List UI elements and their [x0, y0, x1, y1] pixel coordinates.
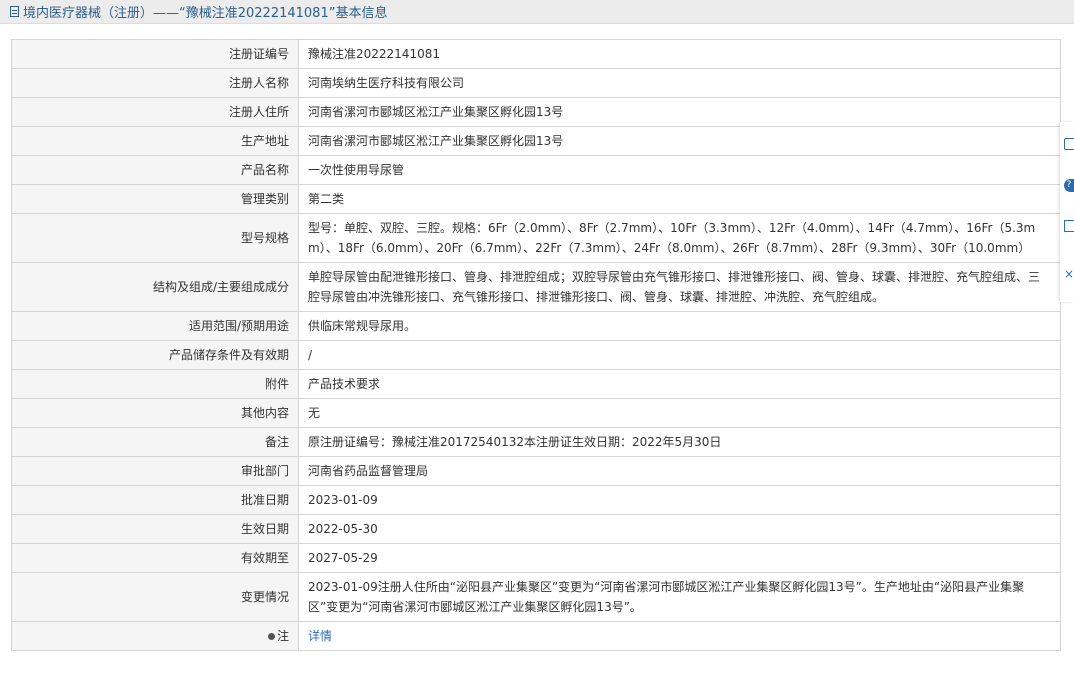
table-row: 有效期至 2027-05-29 [11, 543, 1061, 573]
table-row: 注册人住所 河南省漯河市郾城区淞江产业集聚区孵化园13号 [11, 97, 1061, 127]
table-row: 附件 产品技术要求 [11, 369, 1061, 399]
row-value: 2027-05-29 [298, 543, 1061, 573]
table-row: 产品储存条件及有效期 / [11, 340, 1061, 370]
row-value: 型号：单腔、双腔、三腔。规格：6Fr（2.0mm）、8Fr（2.7mm）、10F… [298, 213, 1061, 263]
table-row: 型号规格 型号：单腔、双腔、三腔。规格：6Fr（2.0mm）、8Fr（2.7mm… [11, 213, 1061, 263]
page-title: 境内医疗器械（注册）——“豫械注准20222141081”基本信息 [23, 6, 388, 21]
row-value: 2022-05-30 [298, 514, 1061, 544]
row-label: 注册证编号 [11, 39, 299, 69]
table-row: 批准日期 2023-01-09 [11, 485, 1061, 515]
edit-icon[interactable] [1064, 138, 1074, 150]
table-row: 注册证编号 豫械注准20222141081 [11, 39, 1061, 69]
row-value: 产品技术要求 [298, 369, 1061, 399]
note-value-cell: 详情 [298, 621, 1061, 651]
info-table: 注册证编号 豫械注准20222141081 注册人名称 河南埃纳生医疗科技有限公… [11, 39, 1061, 651]
page-header: 境内医疗器械（注册）——“豫械注准20222141081”基本信息 [0, 0, 1074, 24]
row-label: 生产地址 [11, 126, 299, 156]
row-value: 河南省漯河市郾城区淞江产业集聚区孵化园13号 [298, 126, 1061, 156]
row-value: 原注册证编号：豫械注准20172540132本注册证生效日期：2022年5月30… [298, 427, 1061, 457]
row-label: 注册人名称 [11, 68, 299, 98]
row-label: 注册人住所 [11, 97, 299, 127]
table-row: 生效日期 2022-05-30 [11, 514, 1061, 544]
row-value: 2023-01-09注册人住所由“泌阳县产业集聚区”变更为“河南省漯河市郾城区淞… [298, 572, 1061, 622]
row-label: 产品储存条件及有效期 [11, 340, 299, 370]
table-row: 审批部门 河南省药品监督管理局 [11, 456, 1061, 486]
note-label: 注 [276, 629, 289, 643]
details-link[interactable]: 详情 [308, 629, 332, 643]
pin-icon [267, 633, 275, 640]
row-value: 一次性使用导尿管 [298, 155, 1061, 185]
row-value: 河南省漯河市郾城区淞江产业集聚区孵化园13号 [298, 97, 1061, 127]
table-row: 注册人名称 河南埃纳生医疗科技有限公司 [11, 68, 1061, 98]
row-label: 适用范围/预期用途 [11, 311, 299, 341]
row-value: 单腔导尿管由配泄锥形接口、管身、排泄腔组成；双腔导尿管由充气锥形接口、排泄锥形接… [298, 262, 1061, 312]
row-value: 豫械注准20222141081 [298, 39, 1061, 69]
row-label: 变更情况 [11, 572, 299, 622]
row-value: 2023-01-09 [298, 485, 1061, 515]
row-value: 供临床常规导尿用。 [298, 311, 1061, 341]
copy-icon[interactable] [1064, 220, 1074, 232]
row-value: 第二类 [298, 184, 1061, 214]
table-row: 产品名称 一次性使用导尿管 [11, 155, 1061, 185]
row-value: 河南省药品监督管理局 [298, 456, 1061, 486]
table-row: 其他内容 无 [11, 398, 1061, 428]
row-value: 无 [298, 398, 1061, 428]
row-label: 有效期至 [11, 543, 299, 573]
table-row: 备注 原注册证编号：豫械注准20172540132本注册证生效日期：2022年5… [11, 427, 1061, 457]
row-label: 产品名称 [11, 155, 299, 185]
table-row: 注 详情 [11, 621, 1061, 651]
row-label: 备注 [11, 427, 299, 457]
table-row: 适用范围/预期用途 供临床常规导尿用。 [11, 311, 1061, 341]
row-label: 型号规格 [11, 213, 299, 263]
side-toolbar: ? × [1060, 122, 1074, 302]
row-label: 结构及组成/主要组成成分 [11, 262, 299, 312]
row-label: 附件 [11, 369, 299, 399]
row-value: 河南埃纳生医疗科技有限公司 [298, 68, 1061, 98]
row-label: 管理类别 [11, 184, 299, 214]
help-icon[interactable]: ? [1064, 179, 1074, 192]
row-label: 审批部门 [11, 456, 299, 486]
row-value: / [298, 340, 1061, 370]
table-row: 变更情况 2023-01-09注册人住所由“泌阳县产业集聚区”变更为“河南省漯河… [11, 572, 1061, 622]
note-label-cell: 注 [11, 621, 299, 651]
row-label: 生效日期 [11, 514, 299, 544]
table-row: 结构及组成/主要组成成分 单腔导尿管由配泄锥形接口、管身、排泄腔组成；双腔导尿管… [11, 262, 1061, 312]
row-label: 其他内容 [11, 398, 299, 428]
row-label: 批准日期 [11, 485, 299, 515]
document-icon [10, 6, 19, 17]
table-row: 生产地址 河南省漯河市郾城区淞江产业集聚区孵化园13号 [11, 126, 1061, 156]
table-row: 管理类别 第二类 [11, 184, 1061, 214]
close-icon[interactable]: × [1064, 268, 1074, 280]
